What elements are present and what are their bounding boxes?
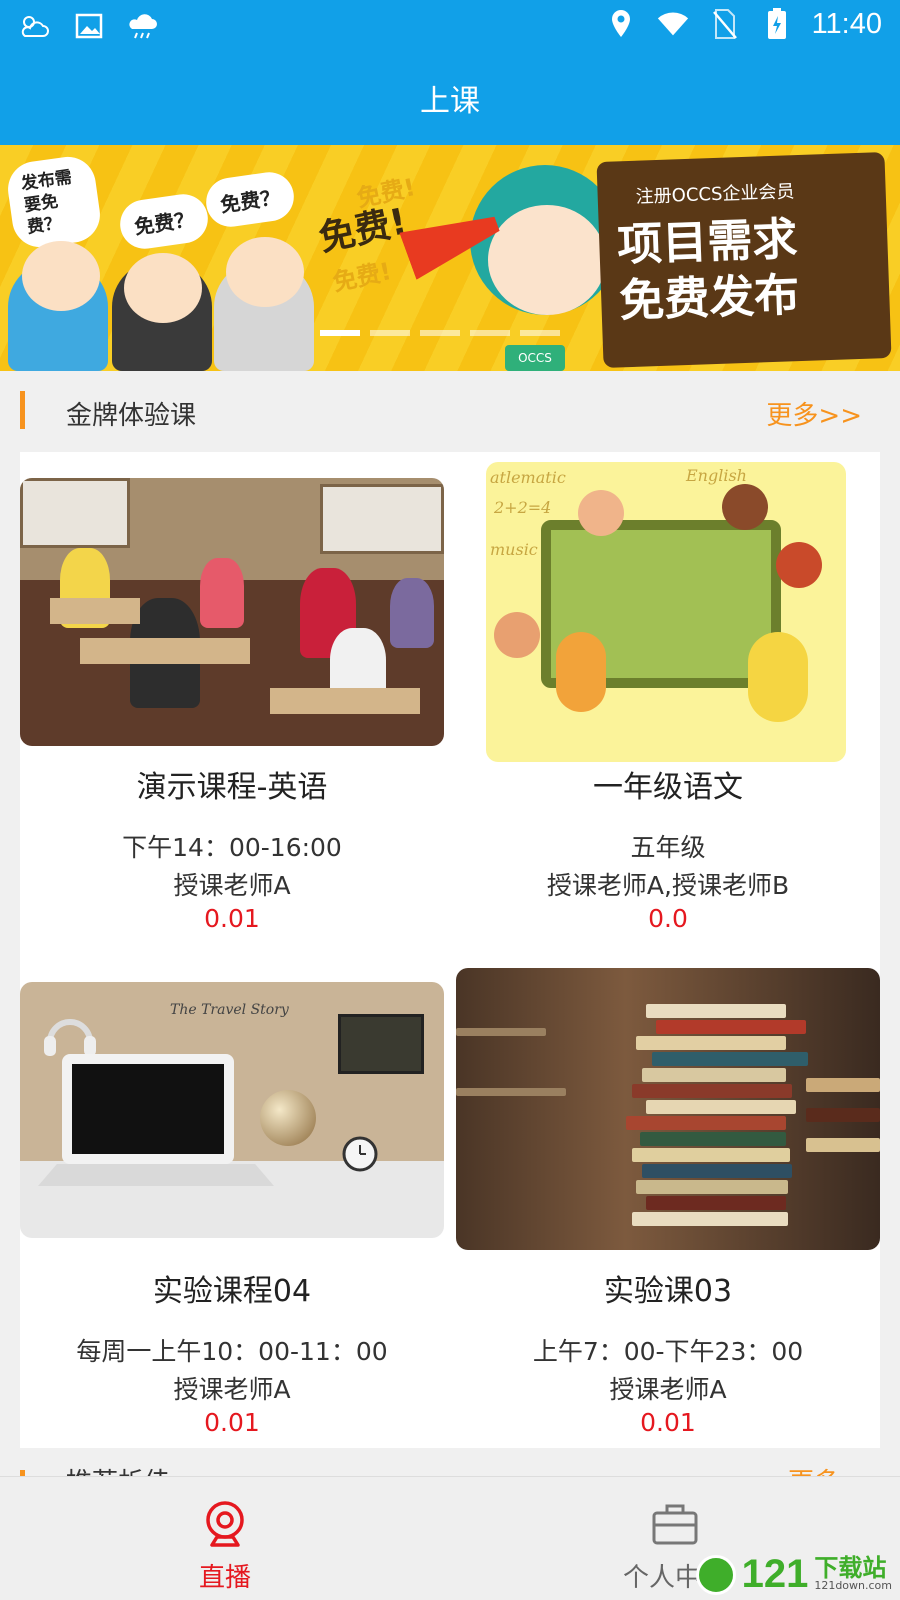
carousel-dot[interactable]	[420, 330, 460, 336]
cloud-icon	[126, 8, 160, 44]
course-price: 0.01	[640, 1408, 696, 1437]
section-title: 推荐析佳	[66, 1462, 170, 1476]
page-title: 上课	[420, 84, 480, 119]
carousel-dot[interactable]	[520, 330, 560, 336]
carousel-dot[interactable]	[320, 330, 360, 336]
more-link[interactable]: 更多>>	[766, 395, 862, 432]
course-teacher: 授课老师A,授课老师B	[546, 871, 790, 900]
course-price: 0.01	[204, 1408, 260, 1437]
cartoon-face	[226, 237, 304, 307]
watermark-number: 121	[741, 1552, 809, 1596]
status-bar: 11:40	[0, 0, 900, 52]
section-header: 推荐析佳 更多	[0, 1448, 900, 1476]
watermark-logo-icon	[695, 1554, 736, 1595]
course-thumbnail	[20, 478, 444, 746]
carousel-indicator[interactable]	[320, 330, 560, 336]
carousel-dot[interactable]	[470, 330, 510, 336]
image-icon	[72, 8, 106, 44]
no-sim-icon	[708, 6, 742, 42]
cartoon-face	[124, 253, 202, 323]
section-title: 金牌体验课	[66, 401, 197, 431]
promo-headline: 项目需求	[616, 212, 799, 272]
tab-label: 直播	[198, 1563, 251, 1593]
course-card[interactable]: atlematic English music 2+2=4 一年级语文 五年级 …	[456, 462, 880, 938]
course-time: 上午7：00-下午23：00	[532, 1337, 804, 1366]
course-title: 实验课程04	[152, 1274, 312, 1309]
course-card[interactable]: 演示课程-英语 下午14：00-16:00 授课老师A 0.01	[20, 462, 444, 938]
section-header: 金牌体验课 更多>>	[0, 371, 900, 451]
course-card[interactable]: The Travel Story 实验课程04 每周一上午10：00-11：00…	[20, 960, 444, 1438]
course-thumbnail	[456, 968, 880, 1250]
course-teacher: 授课老师A	[609, 1375, 727, 1404]
promo-headline: 免费发布	[618, 268, 801, 328]
course-title: 一年级语文	[593, 770, 743, 805]
weather-icon	[18, 8, 52, 44]
wifi-icon	[656, 6, 690, 42]
clock: 11:40	[811, 7, 882, 40]
course-time: 下午14：00-16:00	[122, 833, 342, 862]
watermark-text: 下载站	[814, 1554, 887, 1582]
course-price: 0.01	[204, 904, 260, 933]
course-teacher: 授课老师A	[173, 871, 291, 900]
watermark-url: 121down.com	[814, 1579, 892, 1592]
carousel-dot[interactable]	[370, 330, 410, 336]
shirt-label: OCCS	[505, 345, 565, 371]
briefcase-icon	[650, 1499, 700, 1549]
course-card[interactable]: 实验课03 上午7：00-下午23：00 授课老师A 0.01	[456, 960, 880, 1438]
course-time: 五年级	[630, 833, 706, 862]
tab-live[interactable]: 直播	[115, 1477, 335, 1600]
battery-charging-icon	[760, 6, 794, 42]
course-title: 演示课程-英语	[136, 770, 328, 805]
speech-bubble: 发布需要免费？	[4, 153, 104, 251]
course-teacher: 授课老师A	[173, 1375, 291, 1404]
promo-banner[interactable]: 发布需要免费？ 免费？ 免费？ 免费! 免费! 免费! OCCS 注册OCCS企…	[0, 145, 900, 371]
course-thumbnail: atlematic English music 2+2=4	[486, 462, 846, 762]
app-bar: 上课	[0, 52, 900, 145]
course-title: 实验课03	[603, 1274, 733, 1309]
more-link[interactable]: 更多	[788, 1462, 840, 1476]
location-icon	[604, 6, 638, 42]
section-accent-bar	[20, 391, 25, 429]
course-thumbnail: The Travel Story	[20, 982, 444, 1238]
course-time: 每周一上午10：00-11：00	[76, 1337, 388, 1366]
webcam-icon	[200, 1499, 250, 1549]
course-price: 0.0	[648, 904, 688, 933]
watermark-brand: 下载站 121down.com	[814, 1554, 892, 1592]
promo-sign: 注册OCCS企业会员 项目需求 免费发布	[596, 152, 892, 368]
site-watermark: 121 下载站 121down.com	[695, 1552, 892, 1597]
cartoon-face	[488, 205, 606, 315]
promo-subtitle: 注册OCCS企业会员	[635, 181, 795, 208]
cartoon-face	[22, 241, 100, 311]
